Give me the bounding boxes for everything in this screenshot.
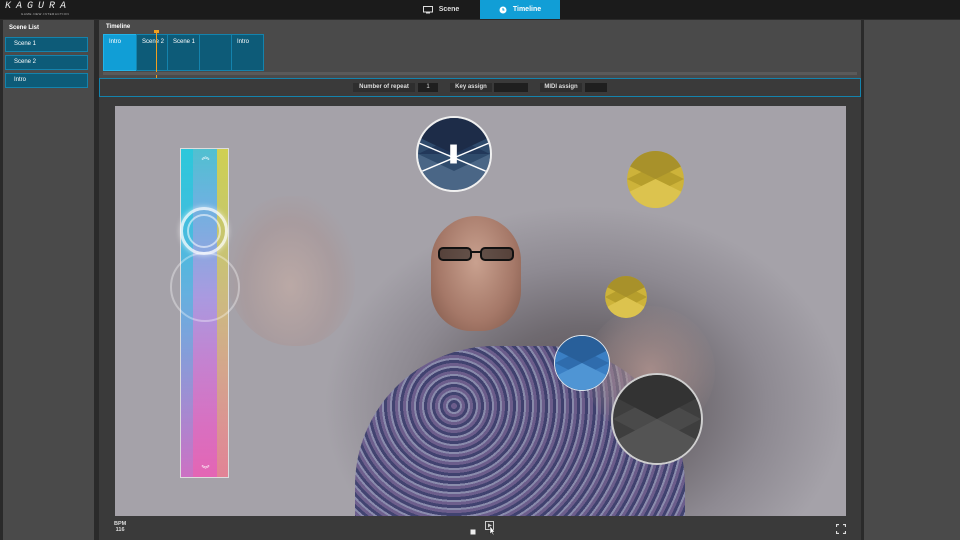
scene-list-item-scene-1[interactable]: Scene 1 xyxy=(5,37,88,52)
timeline-clip-intro-2[interactable]: Intro xyxy=(231,34,264,71)
scene-list-item-label: Intro xyxy=(14,77,27,83)
timeline-scrollbar[interactable] xyxy=(103,72,857,75)
play-toggle-icon xyxy=(418,118,490,190)
tab-scene-label: Scene xyxy=(438,6,460,13)
timeline-panel: Timeline Intro Scene 2 Scene 1 Intro xyxy=(99,20,861,96)
chevron-up-icon: ︽ xyxy=(201,152,210,161)
repeat-count-label: Number of repeat xyxy=(353,83,415,92)
fullscreen-icon xyxy=(835,523,847,535)
yellow-trigger-ball-small[interactable] xyxy=(605,276,647,318)
logo-subtext: GAME·NEW·INTERACTION xyxy=(21,12,70,16)
play-toggle-ball[interactable] xyxy=(416,116,492,192)
key-assign-input[interactable] xyxy=(494,83,528,92)
stop-button[interactable] xyxy=(470,522,476,540)
bpm-display: BPM 116 xyxy=(114,521,126,533)
slider-handle-inner-ring xyxy=(187,214,221,248)
top-bar: KAGURA GAME·NEW·INTERACTION Scene Timeli… xyxy=(0,0,960,19)
performer-head xyxy=(431,216,521,331)
scene-list-item-label: Scene 1 xyxy=(14,41,37,47)
timeline-clip-intro[interactable]: Intro xyxy=(103,34,137,71)
blue-trigger-ball[interactable] xyxy=(554,335,610,391)
scene-list-item-intro[interactable]: Intro xyxy=(5,73,88,88)
timeline-clip-label: Scene 1 xyxy=(173,39,196,45)
bpm-value: 116 xyxy=(115,527,125,533)
yellow-trigger-ball-large[interactable] xyxy=(627,151,684,208)
diamond-pattern-icon xyxy=(555,336,609,390)
monitor-icon xyxy=(422,5,433,13)
scene-list-title: Scene List xyxy=(9,25,40,31)
timeline-clip-label: Intro xyxy=(109,39,122,45)
performer-glasses xyxy=(438,247,514,261)
playhead-top-handle[interactable] xyxy=(154,30,159,33)
repeat-count-input[interactable]: 1 xyxy=(418,83,438,92)
play-button[interactable] xyxy=(485,521,496,540)
clock-icon xyxy=(499,6,507,13)
app-logo: KAGURA GAME·NEW·INTERACTION xyxy=(5,2,81,17)
scene-list-item-scene-2[interactable]: Scene 2 xyxy=(5,55,88,70)
clip-properties-bar: Number of repeat 1 Key assign MIDI assig… xyxy=(99,78,861,97)
right-panel xyxy=(864,20,960,540)
tab-timeline[interactable]: Timeline xyxy=(480,0,560,19)
chevron-down-icon: ︾ xyxy=(201,465,210,474)
timeline-clip-label: Scene 2 xyxy=(142,39,165,45)
logo-text: KAGURA xyxy=(5,1,72,12)
scene-list-item-label: Scene 2 xyxy=(14,59,37,65)
timeline-clip-scene-2[interactable]: Scene 2 xyxy=(136,34,168,71)
fullscreen-button[interactable] xyxy=(835,521,847,535)
diamond-pattern-icon xyxy=(613,375,701,463)
timeline-clip-label: Intro xyxy=(237,39,250,45)
play-icon xyxy=(485,521,496,536)
timeline-title: Timeline xyxy=(106,24,131,30)
diamond-pattern-icon xyxy=(605,276,647,318)
midi-assign-input[interactable] xyxy=(585,83,607,92)
performer-left-hand xyxy=(225,196,355,346)
timeline-track: Intro Scene 2 Scene 1 Intro xyxy=(103,34,264,71)
midi-assign-label: MIDI assign xyxy=(540,83,582,92)
gray-trigger-ball[interactable] xyxy=(611,373,703,465)
timeline-clip-scene-1[interactable]: Scene 1 xyxy=(167,34,200,71)
stop-icon xyxy=(470,529,476,535)
diamond-pattern-icon xyxy=(627,151,684,208)
scene-list-panel: Scene List Scene 1 Scene 2 Intro xyxy=(3,20,94,540)
key-assign-label: Key assign xyxy=(450,83,492,92)
tab-scene[interactable]: Scene xyxy=(402,0,480,19)
tab-timeline-label: Timeline xyxy=(512,6,542,13)
timeline-clip-scene-1-cont[interactable] xyxy=(199,34,232,71)
slider-ghost-ring xyxy=(170,252,240,322)
